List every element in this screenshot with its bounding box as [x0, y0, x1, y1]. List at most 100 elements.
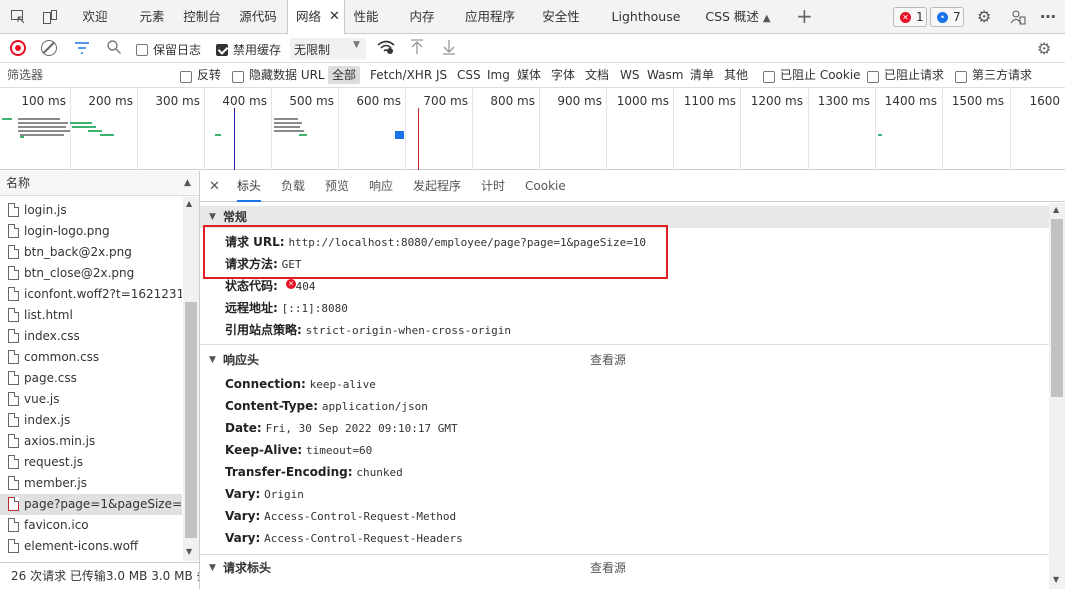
device-emulation-icon[interactable] — [42, 9, 58, 25]
filter-type-media[interactable]: 媒体 — [517, 63, 541, 88]
blocked-requests-label: 已阻止请求 — [884, 68, 945, 82]
tab-memory[interactable]: 内存 — [402, 0, 442, 34]
view-source-link[interactable]: 查看源 — [590, 557, 626, 579]
invert-checkbox[interactable] — [180, 69, 192, 83]
disable-cache-checkbox[interactable] — [216, 42, 228, 56]
tab-security[interactable]: 安全性 — [536, 0, 586, 34]
tab-lighthouse[interactable]: Lighthouse — [610, 0, 682, 34]
third-party-checkbox[interactable] — [955, 69, 967, 83]
clear-icon[interactable] — [41, 40, 57, 56]
tab-timing[interactable]: 计时 — [481, 171, 505, 202]
file-icon — [8, 497, 19, 511]
list-item[interactable]: btn_back@2x.png — [0, 242, 182, 263]
network-conditions-icon[interactable] — [377, 39, 395, 59]
tab-initiator[interactable]: 发起程序 — [413, 171, 461, 202]
timeline-overview[interactable]: 100 ms 200 ms 300 ms 400 ms 500 ms 600 m… — [0, 88, 1065, 170]
list-item[interactable]: login.js — [0, 200, 182, 221]
list-item[interactable]: list.html — [0, 305, 182, 326]
filter-type-wasm[interactable]: Wasm — [647, 63, 683, 88]
list-item[interactable]: favicon.ico — [0, 515, 182, 536]
blocked-requests-checkbox[interactable] — [867, 69, 879, 83]
file-icon — [8, 392, 19, 406]
tab-welcome[interactable]: 欢迎 — [74, 0, 116, 34]
list-item[interactable]: common.css — [0, 347, 182, 368]
header-value: application/json — [321, 400, 428, 413]
file-name: index.js — [24, 413, 71, 427]
request-list-scrollbar[interactable]: ▲ ▼ — [183, 197, 199, 561]
filter-icon[interactable] — [74, 40, 90, 59]
scroll-up-icon[interactable]: ▲ — [186, 199, 192, 208]
tab-console[interactable]: 控制台 — [178, 0, 226, 34]
hide-data-url-checkbox[interactable] — [232, 69, 244, 83]
throttle-select[interactable]: 无限制 ▼ — [290, 38, 366, 59]
scroll-up-icon[interactable]: ▲ — [1053, 205, 1059, 214]
list-item[interactable]: index.js — [0, 410, 182, 431]
tab-cookies[interactable]: Cookie — [525, 171, 566, 202]
import-har-icon[interactable] — [410, 39, 424, 58]
list-item[interactable]: axios.min.js — [0, 431, 182, 452]
settings-gear-icon[interactable]: ⚙ — [977, 9, 993, 25]
list-item[interactable]: request.js — [0, 452, 182, 473]
tab-payload[interactable]: 负载 — [281, 171, 305, 202]
scroll-down-icon[interactable]: ▼ — [1053, 575, 1059, 584]
scroll-down-icon[interactable]: ▼ — [186, 547, 192, 556]
list-item-selected[interactable]: page?page=1&pageSize=10 — [0, 494, 182, 515]
file-name: btn_close@2x.png — [24, 266, 135, 280]
list-item[interactable]: index.css — [0, 326, 182, 347]
list-item[interactable]: member.js — [0, 473, 182, 494]
preserve-log-checkbox[interactable] — [136, 42, 148, 56]
filter-type-ws[interactable]: WS — [620, 63, 639, 88]
file-name: member.js — [24, 476, 87, 490]
add-tab-icon[interactable]: + — [796, 4, 813, 28]
more-options-icon[interactable]: ⋯ — [1040, 9, 1056, 25]
filter-type-doc[interactable]: 文档 — [585, 63, 609, 88]
filter-type-all[interactable]: 全部 — [328, 66, 361, 84]
tab-css-overview[interactable]: CSS 概述 ▲ — [702, 0, 774, 34]
message-count-badge[interactable]: • 7 — [930, 7, 964, 27]
list-item[interactable]: element-icons.woff — [0, 536, 182, 557]
scrollbar-thumb[interactable] — [1051, 219, 1063, 397]
view-source-link[interactable]: 查看源 — [590, 349, 626, 371]
list-item[interactable]: page.css — [0, 368, 182, 389]
tab-response[interactable]: 响应 — [369, 171, 393, 202]
tab-performance[interactable]: 性能 — [346, 0, 386, 34]
file-icon — [8, 266, 19, 280]
name-column-header[interactable]: 名称 ▲ — [0, 171, 199, 196]
inspect-element-icon[interactable] — [10, 9, 26, 25]
filter-type-font[interactable]: 字体 — [551, 63, 575, 88]
tab-application[interactable]: 应用程序 — [460, 0, 520, 34]
record-icon[interactable] — [10, 40, 26, 56]
file-icon — [8, 329, 19, 343]
filter-type-manifest[interactable]: 清单 — [690, 63, 714, 88]
scrollbar-thumb[interactable] — [185, 302, 197, 538]
tab-elements[interactable]: 元素 — [132, 0, 172, 34]
close-icon[interactable]: ✕ — [329, 0, 340, 34]
header-key: Transfer-Encoding: — [225, 465, 353, 479]
remote-devices-icon[interactable] — [1010, 9, 1026, 25]
list-item[interactable]: btn_close@2x.png — [0, 263, 182, 284]
filter-type-img[interactable]: Img — [487, 63, 510, 88]
filter-type-other[interactable]: 其他 — [724, 63, 748, 88]
response-headers-section-header[interactable]: ▼ 响应头 查看源 — [200, 349, 1049, 371]
blocked-cookies-checkbox[interactable] — [763, 69, 775, 83]
filter-type-fetch-xhr[interactable]: Fetch/XHR — [370, 63, 432, 88]
filter-input[interactable]: 筛选器 — [7, 63, 43, 88]
tab-preview[interactable]: 预览 — [325, 171, 349, 202]
error-count-badge[interactable]: ✕ 1 — [893, 7, 927, 27]
tab-sources[interactable]: 源代码 — [232, 0, 284, 34]
export-har-icon[interactable] — [442, 39, 456, 58]
referrer-policy-label: 引用站点策略: — [225, 323, 302, 337]
request-headers-section-header[interactable]: ▼ 请求标头 查看源 — [200, 557, 1049, 579]
tab-network[interactable]: 网络 ✕ — [287, 0, 345, 35]
search-icon[interactable] — [106, 39, 122, 58]
network-settings-gear-icon[interactable]: ⚙ — [1037, 39, 1051, 58]
close-detail-icon[interactable]: ✕ — [209, 171, 220, 202]
list-item[interactable]: iconfont.woff2?t=1621231825 — [0, 284, 182, 305]
tab-headers[interactable]: 标头 — [237, 171, 262, 202]
file-icon — [8, 455, 19, 469]
list-item[interactable]: login-logo.png — [0, 221, 182, 242]
list-item[interactable]: vue.js — [0, 389, 182, 410]
filter-type-css[interactable]: CSS — [457, 63, 481, 88]
filter-type-js[interactable]: JS — [436, 63, 447, 88]
detail-scrollbar[interactable]: ▲ ▼ — [1049, 203, 1065, 589]
